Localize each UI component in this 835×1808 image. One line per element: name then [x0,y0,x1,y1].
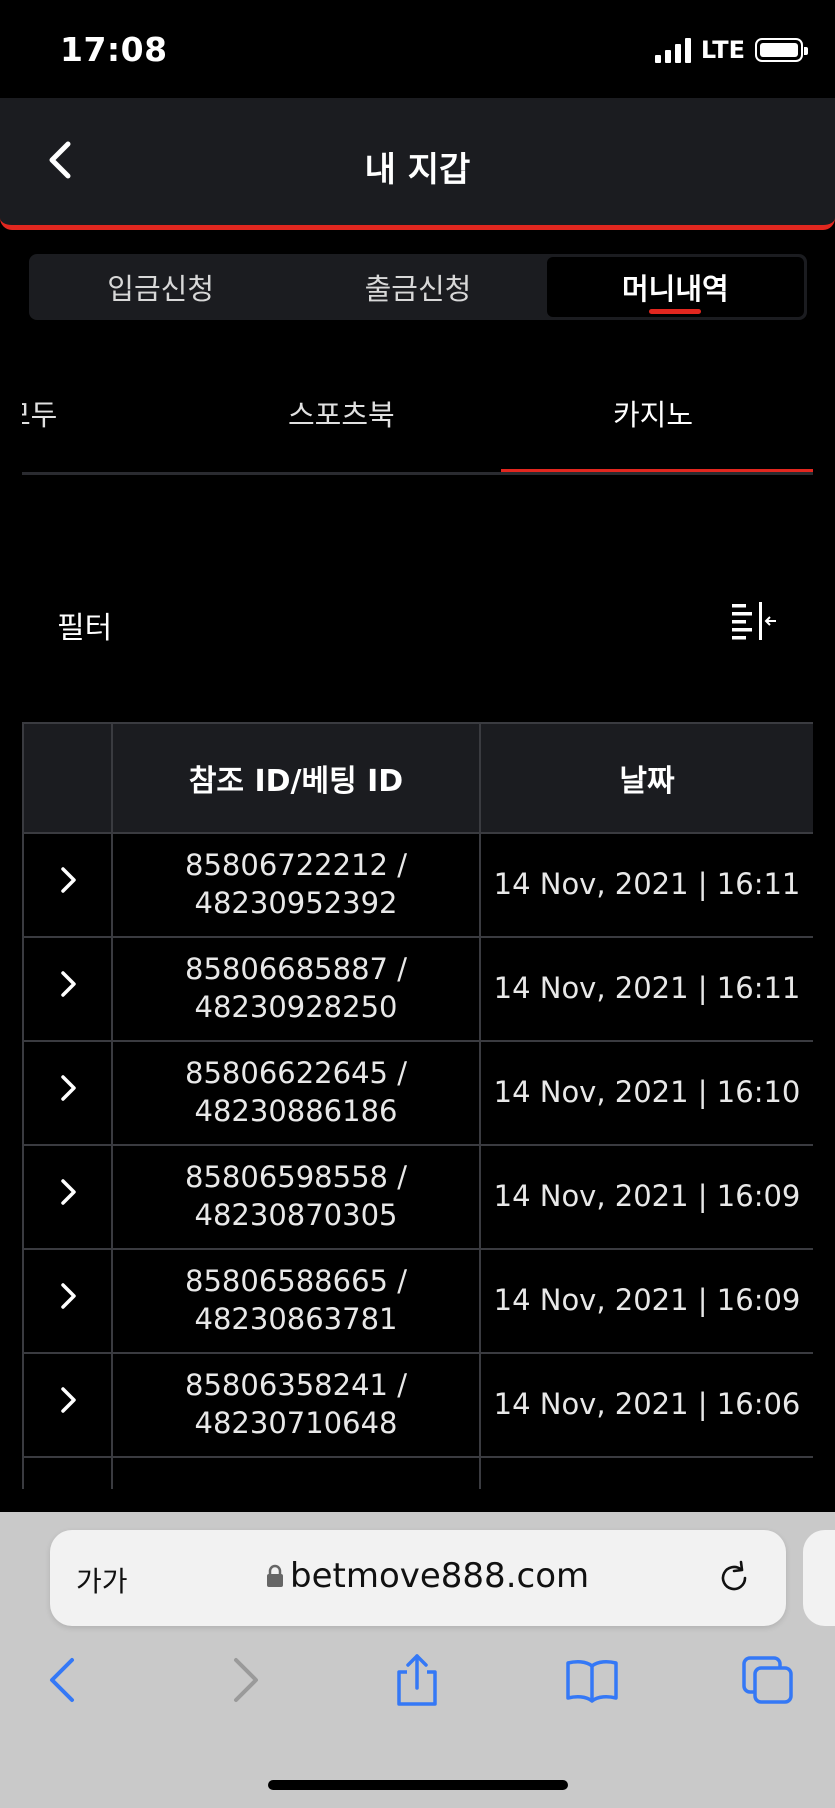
browser-forward-icon[interactable] [216,1652,272,1708]
reference-id: 85806685887 / [185,952,407,987]
status-indicators: LTE [654,36,808,64]
filter-label: 필터 [57,611,113,646]
expand-row-button[interactable] [22,1144,113,1250]
date-cell: 14 Nov, 2021 | 16:11 [479,936,813,1042]
bet-id: 48230870305 [194,1198,398,1232]
status-bar: 17:08 LTE [0,0,835,98]
table-header-row: 참조 ID/베팅 ID 날짜 [22,722,813,834]
date-cell: 14 Nov, 2021 | 16:11 [479,832,813,938]
transaction-table: 참조 ID/베팅 ID 날짜 85806722212 /48230952392 1… [22,722,813,1489]
ref-bet-id-cell: 85806622645 /48230886186 [111,1040,481,1146]
header-expand [22,722,113,834]
browser-bottom-bar: 가가 betmove888.com [0,1512,835,1808]
lock-icon [267,1564,283,1587]
table-row[interactable]: 85806358241 /48230710648 14 Nov, 2021 | 1… [22,1352,813,1458]
bet-id: 48230863781 [194,1302,398,1336]
date-cell [479,1456,813,1489]
expand-row-button[interactable] [22,1040,113,1146]
page-title: 내 지갑 [364,150,471,190]
next-tab-peek[interactable] [803,1530,835,1626]
bet-id: 48230710648 [194,1406,398,1440]
chevron-right-icon [60,1075,76,1101]
browser-back-icon[interactable] [36,1652,92,1708]
chevron-right-icon [60,1179,76,1205]
reference-id: 85806722212 / [185,848,407,883]
table-row[interactable]: 85806588665 /48230863781 14 Nov, 2021 | 1… [22,1248,813,1354]
text-size-button[interactable]: 가가 [76,1560,128,1600]
chevron-right-icon [60,867,76,893]
wallet-tabs: 입금신청 출금신청 머니내역 [29,254,807,320]
tab-sportsbook[interactable]: 스포츠북 [288,392,395,434]
reference-id: 85806598558 / [185,1160,407,1195]
ref-bet-id-cell: 85806588665 /48230863781 [111,1248,481,1354]
table-row[interactable]: 85806622645 /48230886186 14 Nov, 2021 | 1… [22,1040,813,1146]
chevron-right-icon [60,1283,76,1309]
bet-id: 48230928250 [194,990,398,1024]
ref-bet-id-cell: 85806598558 /48230870305 [111,1144,481,1250]
table-row[interactable]: 85806722212 /48230952392 14 Nov, 2021 | 1… [22,832,813,938]
tab-casino[interactable]: 카지노 [613,392,693,434]
reference-id: 85806588665 / [185,1264,407,1299]
tabs-icon[interactable] [740,1652,796,1708]
tab-money-history[interactable]: 머니내역 [546,257,804,317]
battery-icon [755,38,808,62]
ref-bet-id-cell: 85806685887 /48230928250 [111,936,481,1042]
expand-row-button[interactable] [22,1248,113,1354]
url-text: betmove888.com [290,1556,590,1596]
tab-withdraw-request[interactable]: 출금신청 [289,257,546,317]
wallet-header: 내 지갑 [0,98,835,230]
bet-id: 48230952392 [194,886,398,920]
bookmarks-icon[interactable] [564,1652,620,1708]
ref-bet-id-cell: 85806722212 /48230952392 [111,832,481,938]
chevron-right-icon [60,971,76,997]
cellular-signal-icon [654,37,691,63]
bet-id: 48230886186 [194,1094,398,1128]
history-category-tabs: 모두 스포츠북 카지노 [22,370,813,475]
reload-icon[interactable] [714,1558,754,1598]
ref-bet-id-cell: 85806322604 / [111,1456,481,1489]
reference-id: 85806358241 / [185,1368,407,1403]
status-time: 17:08 [60,30,168,69]
expand-row-button[interactable] [22,936,113,1042]
date-cell: 14 Nov, 2021 | 16:09 [479,1248,813,1354]
expand-row-button[interactable] [22,832,113,938]
date-cell: 14 Nov, 2021 | 16:09 [479,1144,813,1250]
expand-row-button[interactable] [22,1456,113,1489]
table-row[interactable]: 85806685887 /48230928250 14 Nov, 2021 | 1… [22,936,813,1042]
date-cell: 14 Nov, 2021 | 16:06 [479,1352,813,1458]
header-ref-bet-id: 참조 ID/베팅 ID [111,722,481,834]
chevron-right-icon [60,1387,76,1413]
filter-toggle-icon[interactable] [728,598,780,644]
address-bar[interactable]: 가가 betmove888.com [50,1530,786,1626]
table-row[interactable]: 85806322604 / [22,1456,813,1489]
tab-all[interactable]: 모두 [22,392,57,434]
reference-id: 85806622645 / [185,1056,407,1091]
active-tab-indicator [501,469,813,472]
expand-row-button[interactable] [22,1352,113,1458]
header-date: 날짜 [479,722,813,834]
home-indicator [268,1780,568,1790]
ref-bet-id-cell: 85806358241 /48230710648 [111,1352,481,1458]
network-type: LTE [700,36,745,64]
share-icon[interactable] [389,1652,445,1708]
tab-deposit-request[interactable]: 입금신청 [32,257,289,317]
date-cell: 14 Nov, 2021 | 16:10 [479,1040,813,1146]
table-row[interactable]: 85806598558 /48230870305 14 Nov, 2021 | 1… [22,1144,813,1250]
